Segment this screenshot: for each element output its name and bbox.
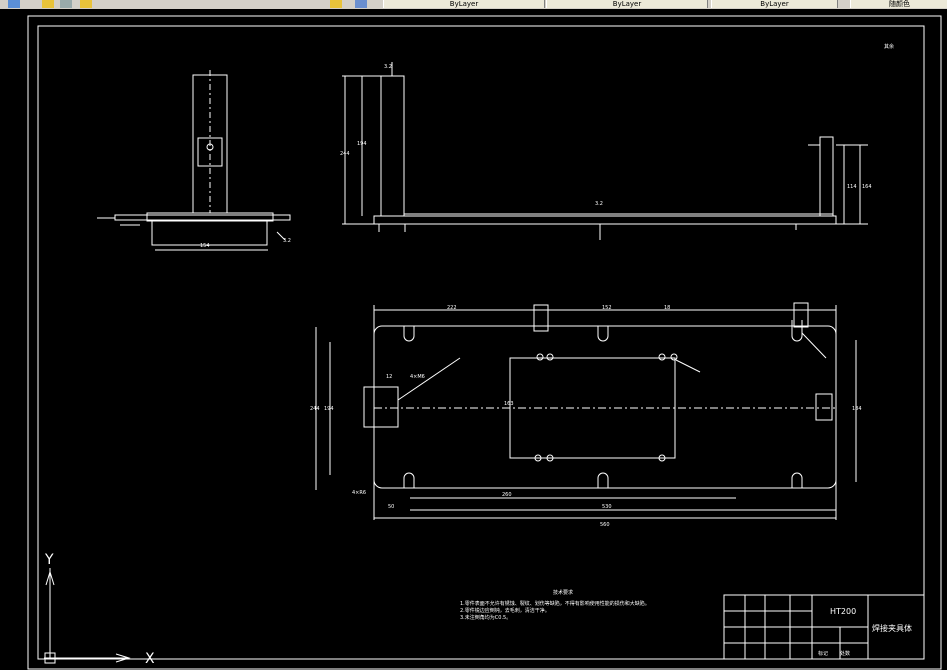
cad-drawing: 其余 154 3.2 3.2 3.2 244 194 114 164 222 1… <box>27 15 942 670</box>
title-row-label-2: 处数 <box>840 650 850 657</box>
side-view <box>97 70 291 251</box>
notes-line-2: 2.零件锐边应倒钝，去毛刺，清洁干净。 <box>460 607 550 614</box>
ucs-icon <box>44 568 131 664</box>
plan-dim-bottom-left: 50 <box>388 504 394 510</box>
front-dim-height-outer: 244 <box>340 151 350 157</box>
linetype-dropdown[interactable]: ByLayer <box>546 0 708 8</box>
plan-dim-chamfer: 4×R6 <box>352 490 366 496</box>
front-dim-right-outer: 164 <box>862 184 872 190</box>
notes-line-1: 1.零件表面不允许有锈蚀、裂纹、划伤等缺陷，不得有影响使用性能的损伤和大缺陷。 <box>460 600 650 607</box>
color-icon[interactable] <box>80 0 92 8</box>
plan-dim-center: 163 <box>504 401 514 407</box>
plan-dim-bottom-mid: 530 <box>602 504 612 510</box>
color-value: ByLayer <box>449 0 479 8</box>
roughness-note: 其余 <box>884 43 894 50</box>
layer-manager-icon[interactable] <box>330 0 342 8</box>
plan-dim-left-outer: 244 <box>310 406 320 412</box>
inner-frame <box>37 25 925 660</box>
lineweight-value: ByLayer <box>760 0 789 8</box>
front-dim-right-inner: 114 <box>847 184 857 190</box>
side-dim-width: 154 <box>200 243 210 249</box>
title-part-name: 焊接夹具体 <box>872 623 912 633</box>
plan-view <box>315 302 857 520</box>
plan-dim-bottom-total: 560 <box>600 522 610 528</box>
plan-dim-left-inner: 194 <box>324 406 334 412</box>
drawing-canvas[interactable]: 其余 154 3.2 3.2 3.2 244 194 114 164 222 1… <box>0 9 947 670</box>
title-row-label-1: 标记 <box>818 650 828 657</box>
color-dropdown[interactable]: ByLayer <box>383 0 545 8</box>
plotstyle-dropdown[interactable]: 随颜色 <box>850 0 947 8</box>
plan-dim-top-2: 152 <box>602 305 612 311</box>
lineweight-dropdown[interactable]: ByLayer <box>711 0 838 8</box>
linetype-value: ByLayer <box>612 0 642 8</box>
title-part-code: HT200 <box>830 607 856 616</box>
plan-dim-slot: 12 <box>386 374 392 380</box>
notes-line-3: 3.未注倒角均为C0.5。 <box>460 614 511 621</box>
plotstyle-value: 随颜色 <box>889 0 910 8</box>
notes-title: 技术要求 <box>553 589 573 596</box>
side-dim-roughness: 3.2 <box>283 238 291 244</box>
front-dim-roughness-top: 3.2 <box>384 64 392 70</box>
plan-dim-right: 184 <box>852 406 862 412</box>
layer-previous-icon[interactable] <box>355 0 367 8</box>
front-dim-height-inner: 194 <box>357 141 367 147</box>
ucs-x-label: X <box>145 651 155 667</box>
front-view <box>342 62 868 240</box>
sun-icon[interactable] <box>42 0 54 8</box>
plan-dim-top-3: 18 <box>664 305 670 311</box>
plan-dim-bottom-inner: 260 <box>502 492 512 498</box>
layer-icon[interactable] <box>8 0 20 8</box>
plan-dim-thread: 4×M6 <box>410 374 425 380</box>
front-dim-roughness-base: 3.2 <box>595 201 603 207</box>
outer-frame <box>27 15 942 670</box>
plan-dim-top-1: 222 <box>447 305 457 311</box>
lock-icon[interactable] <box>60 0 72 8</box>
ucs-y-label: Y <box>44 552 54 568</box>
